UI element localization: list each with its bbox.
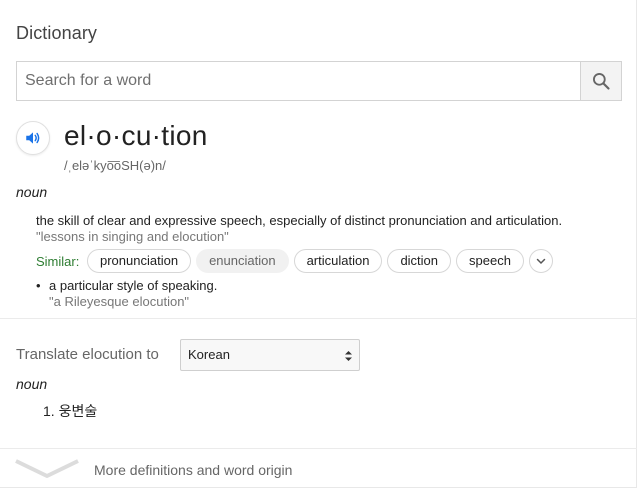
similar-chip-pronunciation[interactable]: pronunciation	[87, 249, 192, 273]
similar-label: Similar:	[36, 254, 80, 269]
example-1: "lessons in singing and elocution"	[36, 229, 229, 244]
part-of-speech: noun	[16, 184, 48, 200]
definition-2: a particular style of speaking.	[49, 278, 218, 293]
search-input[interactable]	[17, 62, 580, 100]
similar-chip-speech[interactable]: speech	[456, 249, 524, 273]
similar-chip-enunciation[interactable]: enunciation	[196, 249, 289, 273]
similar-chip-articulation[interactable]: articulation	[293, 249, 383, 273]
example-2: "a Rileyesque elocution"	[49, 294, 190, 309]
definition-2-row: • a particular style of speaking.	[36, 278, 217, 293]
language-select-value: Korean	[188, 347, 230, 362]
translation-number: 1.	[43, 403, 55, 419]
definition-1: the skill of clear and expressive speech…	[36, 213, 563, 228]
translation-item: 1. 웅변술	[43, 401, 97, 421]
search-button[interactable]	[580, 62, 621, 100]
expand-more-button[interactable]	[14, 458, 80, 485]
phonetic-spelling: /ˌeləˈkyo͞oSH(ə)n/	[64, 158, 166, 173]
pronounce-button[interactable]	[16, 121, 50, 155]
headword: el·o·cu·tion	[64, 120, 208, 151]
translation-text: 웅변술	[58, 403, 98, 419]
similar-chip-diction[interactable]: diction	[387, 249, 452, 273]
footer-divider	[0, 448, 637, 449]
dictionary-title: Dictionary	[16, 23, 98, 43]
search-icon	[593, 73, 610, 90]
translation-part-of-speech: noun	[16, 376, 48, 392]
dictionary-card: Dictionary el·o·cu·tion /ˌeləˈkyo͞oSH(ə)…	[0, 0, 637, 488]
translate-label: Translate elocution to	[16, 346, 159, 363]
select-arrows-icon	[345, 351, 352, 361]
speaker-icon	[26, 132, 40, 144]
bullet: •	[36, 278, 41, 293]
more-definitions-link[interactable]: More definitions and word origin	[94, 462, 292, 478]
expand-similar-button[interactable]	[528, 249, 553, 273]
section-divider	[0, 318, 637, 319]
similar-chips: pronunciation enunciation articulation d…	[87, 249, 553, 273]
expand-chevron-icon	[15, 459, 79, 478]
search-box	[16, 61, 622, 101]
language-select[interactable]: Korean	[180, 339, 360, 371]
chevron-down-icon	[536, 258, 546, 265]
